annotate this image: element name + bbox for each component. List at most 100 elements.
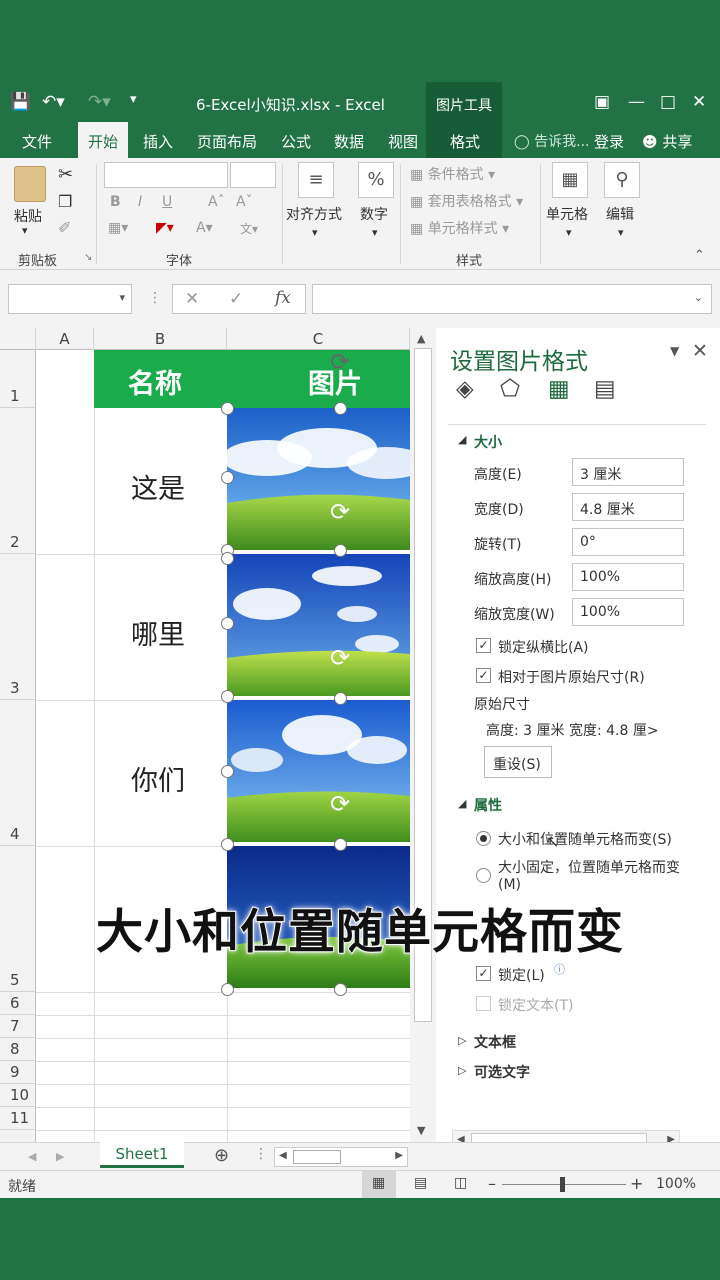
zoom-in-icon[interactable]: + [630, 1174, 643, 1193]
move-and-size-radio[interactable] [476, 831, 491, 846]
expand-formula-icon[interactable]: ⌄ [694, 291, 703, 304]
lock-text-checkbox[interactable] [476, 996, 491, 1011]
expand-alt-text-icon[interactable]: ▷ [458, 1064, 466, 1077]
fill-line-icon[interactable]: ◈ [456, 376, 474, 402]
percent-icon[interactable]: % [358, 162, 394, 198]
resize-handle[interactable] [221, 471, 234, 484]
row-header-10[interactable]: 10 [0, 1084, 36, 1107]
tab-format[interactable]: 格式 [450, 131, 480, 152]
paste-icon[interactable] [14, 166, 46, 202]
resize-handle[interactable] [334, 402, 347, 415]
cell-b4[interactable]: 你们 [131, 759, 185, 798]
scroll-right-icon[interactable]: ▶ [395, 1150, 403, 1161]
undo-icon[interactable]: ↶▾ [42, 92, 65, 112]
scroll-left-icon[interactable]: ◀ [279, 1150, 287, 1161]
insert-function-icon[interactable]: fx [275, 288, 291, 308]
ribbon-display-icon[interactable]: ▣ [594, 92, 610, 112]
header-cell-name[interactable]: 名称 [128, 362, 182, 401]
login-link[interactable]: 登录 [594, 131, 624, 152]
cancel-icon[interactable]: ✕ [185, 289, 199, 309]
rotate-handle-icon[interactable]: ⟳ [330, 790, 350, 818]
resize-handle[interactable] [221, 838, 234, 851]
scale-width-input[interactable]: 100% [572, 598, 684, 626]
row-header-2[interactable]: 2 [0, 408, 36, 554]
row-header-4[interactable]: 4 [0, 700, 36, 846]
row-header-3[interactable]: 3 [0, 554, 36, 700]
picture-sky-3[interactable] [227, 700, 410, 842]
zoom-slider-thumb[interactable] [560, 1177, 565, 1192]
select-all-corner[interactable] [0, 328, 36, 350]
edit-button[interactable]: 编辑 [606, 204, 634, 224]
cells-button[interactable]: 单元格 [546, 204, 588, 224]
worksheet-grid[interactable]: A B C 1 2 3 4 5 6 7 8 9 10 11 名称 图片 这是 哪… [0, 328, 410, 1142]
cell-style-button[interactable]: ▦ 单元格样式 ▾ [410, 218, 509, 238]
picture-sky-1[interactable] [227, 408, 410, 550]
expand-textbox-icon[interactable]: ▷ [458, 1034, 466, 1047]
rotation-input[interactable]: 0° [572, 528, 684, 556]
resize-handle[interactable] [221, 552, 234, 565]
rotate-handle-icon[interactable]: ⟳ [330, 498, 350, 526]
collapse-ribbon-icon[interactable]: ⌃ [694, 248, 705, 263]
column-header-c[interactable]: C [227, 328, 410, 350]
name-box[interactable]: ▾ [8, 284, 132, 314]
italic-button[interactable]: I [138, 194, 142, 210]
normal-view-button[interactable]: ▦ [362, 1171, 396, 1198]
page-break-view-icon[interactable]: ◫ [454, 1175, 467, 1191]
resize-handle[interactable] [221, 402, 234, 415]
align-dropdown-icon[interactable]: ▾ [312, 226, 318, 239]
reset-button[interactable]: 重设(S) [484, 746, 552, 778]
fill-color-icon[interactable]: ◤▾ [156, 220, 174, 236]
edit-dropdown-icon[interactable]: ▾ [618, 226, 624, 239]
row-header-8[interactable]: 8 [0, 1038, 36, 1061]
cells-dropdown-icon[interactable]: ▾ [566, 226, 572, 239]
tab-splitter-icon[interactable]: ⋮ [254, 1146, 268, 1162]
scroll-down-icon[interactable]: ▼ [417, 1124, 425, 1137]
add-sheet-icon[interactable]: ⊕ [214, 1145, 229, 1166]
lock-ratio-checkbox[interactable]: ✓ [476, 638, 491, 653]
cell-b3[interactable]: 哪里 [131, 613, 185, 652]
scale-height-input[interactable]: 100% [572, 563, 684, 591]
resize-handle[interactable] [334, 692, 347, 705]
tab-home[interactable]: 开始 [78, 122, 129, 158]
locked-checkbox[interactable]: ✓ [476, 966, 491, 981]
cell-b2[interactable]: 这是 [131, 467, 185, 506]
picture-icon[interactable]: ▤ [594, 376, 616, 402]
pane-options-icon[interactable]: ▼ [670, 344, 679, 358]
redo-icon[interactable]: ↷▾ [88, 92, 111, 112]
table-format-button[interactable]: ▦ 套用表格格式 ▾ [410, 191, 523, 211]
number-button[interactable]: 数字 [360, 204, 388, 224]
collapse-properties-icon[interactable]: ◢ [458, 797, 466, 810]
font-name-box[interactable] [104, 162, 228, 188]
resize-handle[interactable] [221, 690, 234, 703]
resize-handle[interactable] [334, 544, 347, 557]
resize-handle[interactable] [221, 617, 234, 630]
enter-icon[interactable]: ✓ [229, 289, 243, 309]
phonetic-icon[interactable]: 文▾ [240, 220, 258, 237]
maximize-icon[interactable]: □ [660, 92, 676, 112]
align-button[interactable]: 对齐方式 [286, 204, 342, 224]
paste-button[interactable]: 粘贴 [14, 206, 42, 226]
width-input[interactable]: 4.8 厘米 [572, 493, 684, 521]
save-icon[interactable]: 💾 [10, 92, 31, 112]
format-painter-icon[interactable]: ✐ [58, 218, 71, 237]
cells-icon[interactable]: ▦ [552, 162, 588, 198]
textbox-section-header[interactable]: 文本框 [474, 1032, 516, 1052]
picture-sky-2[interactable] [227, 554, 410, 696]
name-box-dropdown-icon[interactable]: ▾ [119, 291, 125, 304]
row-header-12[interactable] [0, 1130, 36, 1142]
resize-handle[interactable] [221, 765, 234, 778]
bold-button[interactable]: B [110, 194, 121, 210]
tab-insert[interactable]: 插入 [143, 131, 173, 152]
tab-data[interactable]: 数据 [334, 131, 364, 152]
column-header-a[interactable]: A [36, 328, 94, 350]
row-header-1[interactable]: 1 [0, 350, 36, 408]
size-section-header[interactable]: 大小 [474, 432, 502, 452]
properties-section-header[interactable]: 属性 [474, 795, 502, 815]
number-dropdown-icon[interactable]: ▾ [372, 226, 378, 239]
page-layout-view-icon[interactable]: ▤ [414, 1175, 427, 1191]
next-sheet-icon[interactable]: ▶ [56, 1150, 64, 1163]
font-color-icon[interactable]: A▾ [196, 220, 213, 236]
scroll-up-icon[interactable]: ▲ [417, 332, 425, 345]
tell-me-box[interactable]: ◯ 告诉我... [514, 131, 589, 151]
tab-page-layout[interactable]: 页面布局 [197, 131, 257, 152]
